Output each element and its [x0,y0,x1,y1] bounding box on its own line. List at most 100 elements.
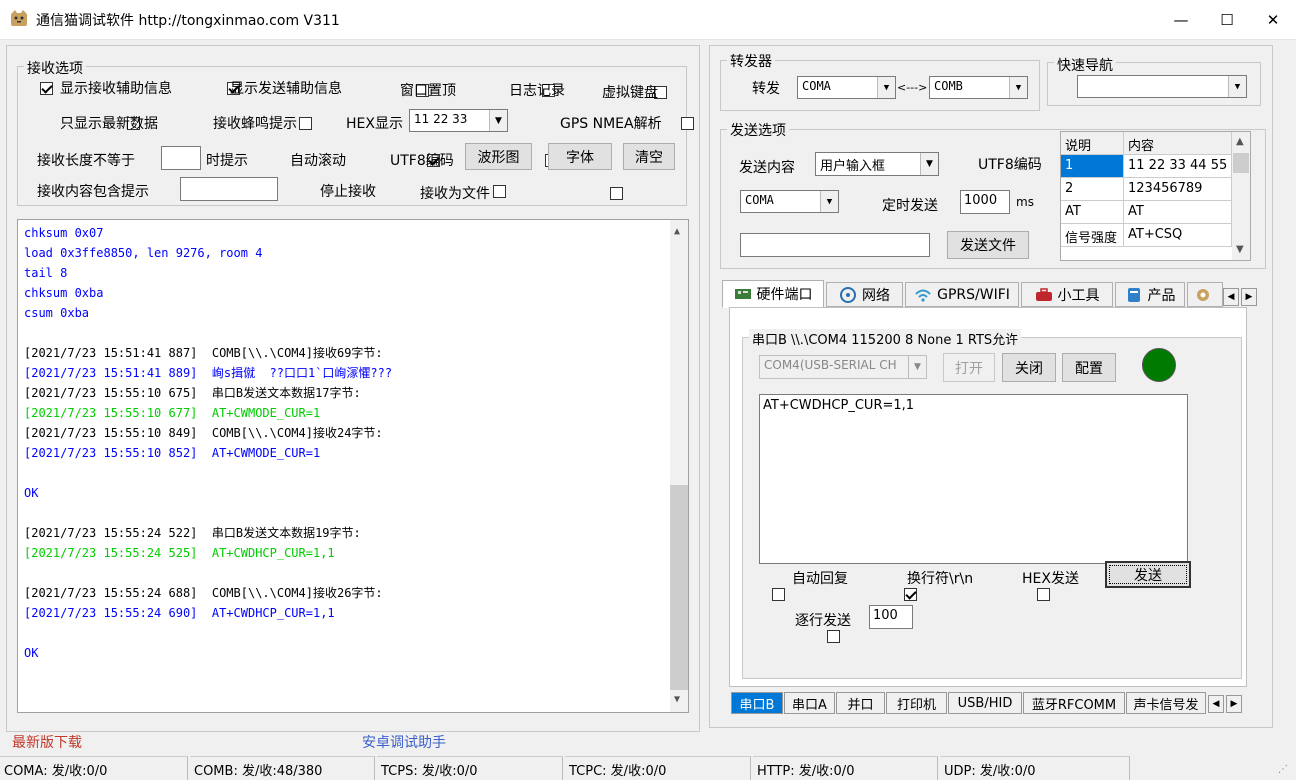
bottom-tab-scroll-left-icon[interactable]: ◀ [1208,695,1224,713]
table-cell[interactable]: 1 [1061,155,1124,178]
serial-send-textarea[interactable]: AT+CWDHCP_CUR=1,1 [759,394,1188,564]
port-status-indicator [1142,348,1176,382]
log-line: [2021/7/23 15:55:24 522] 串口B发送文本数据19字节: [24,526,361,540]
hex-display-select[interactable]: 11 22 33 ▼ [409,109,508,132]
log-line: OK [24,486,39,500]
tab-network[interactable]: 网络 [826,282,903,307]
interval-unit-label: ms [1016,195,1034,209]
tab-settings[interactable] [1187,282,1223,307]
table-cell[interactable]: 123456789 [1124,178,1232,201]
maximize-button[interactable]: ☐ [1204,0,1250,40]
log-record-label: 日志记录 [509,83,565,99]
font-button[interactable]: 字体 [548,143,612,170]
log-line: [2021/7/23 15:51:41 887] COMB[\\.\COM4]接… [24,346,383,360]
tab-label: GPRS/WIFI [937,286,1010,303]
auto-reply-checkbox[interactable] [772,587,785,601]
bottom-tab[interactable]: 蓝牙RFCOMM [1023,692,1125,714]
scroll-down-icon[interactable]: ▼ [1236,244,1244,255]
bottom-tab[interactable]: USB/HID [948,692,1022,714]
table-cell[interactable]: AT [1061,201,1124,224]
log-scroll-thumb[interactable] [670,485,688,690]
forward-label: 转发 [752,81,780,97]
open-port-button[interactable]: 打开 [943,353,995,382]
wifi-icon [915,289,931,302]
show-tx-info-label: 显示发送辅助信息 [230,81,342,97]
serial-b-label: 串口B \\.\COM4 115200 8 None 1 RTS允许 [749,329,1022,348]
tab-scroll-right-icon[interactable]: ▶ [1241,288,1257,306]
virtual-keyboard-label: 虚拟键盘 [602,85,658,101]
line-send-checkbox[interactable] [827,629,841,643]
stop-rx-checkbox[interactable] [492,184,506,198]
quick-nav-select[interactable]: ▼ [1077,75,1247,98]
latest-download-link[interactable]: 最新版下载 [12,732,82,752]
close-button[interactable]: ✕ [1250,0,1296,40]
window-title: 通信猫调试软件 http://tongxinmao.com V311 [36,13,340,29]
contains-hint-input[interactable] [180,177,278,201]
table-cell[interactable]: AT+CSQ [1124,224,1232,247]
board-icon [734,289,751,299]
send-file-button[interactable]: 发送文件 [947,231,1029,259]
scroll-down-icon[interactable]: ▼ [674,694,680,705]
table-cell[interactable]: 11 22 33 44 55 [1124,155,1232,178]
forwarder-label: 转发器 [727,51,775,71]
table-cell[interactable]: 2 [1061,178,1124,201]
send-quick-input[interactable] [740,233,930,257]
forward-from-select[interactable]: COMA ▼ [797,76,896,99]
bottom-tab[interactable]: 并口 [836,692,885,714]
bottom-tab-scroll-right-icon[interactable]: ▶ [1226,695,1242,713]
rx-to-file-checkbox[interactable] [610,186,624,200]
chevron-down-icon: ▼ [1009,77,1027,98]
rx-to-file-label: 接收为文件 [420,186,490,202]
status-bar-item: UDP: 发/收:0/0 [940,756,1130,780]
table-cell[interactable]: 信号强度 [1061,224,1124,247]
chevron-down-icon: ▼ [877,77,895,98]
newline-checkbox[interactable] [904,587,918,601]
serial-send-button[interactable]: 发送 [1105,561,1191,588]
clear-button[interactable]: 清空 [623,143,675,170]
settings-icon [1196,288,1209,301]
timed-interval-input[interactable]: 1000 [960,190,1010,214]
tab-wifi[interactable]: GPRS/WIFI [905,282,1019,307]
send-port-select[interactable]: COMA ▼ [740,190,839,213]
serial-port-select[interactable]: COM4(USB-SERIAL CH ▼ [759,355,927,379]
bottom-tab[interactable]: 串口B [731,692,783,714]
send-options-label: 发送选项 [727,120,789,140]
auto-reply-label: 自动回复 [792,571,848,587]
show-rx-info-checkbox[interactable] [40,81,53,95]
rx-utf8-label: UTF8编码 [390,153,454,169]
android-helper-link[interactable]: 安卓调试助手 [362,732,446,752]
rx-beep-checkbox[interactable] [298,116,312,130]
command-table[interactable]: 说明 内容 1 11 22 33 44 55 2 123456789 AT AT 信号强度 AT+… [1060,131,1251,261]
bottom-tab[interactable]: 打印机 [886,692,947,714]
bottom-tab[interactable]: 声卡信号发 [1126,692,1206,714]
tab-product[interactable]: 产品 [1115,282,1185,307]
send-content-select[interactable]: 用户输入框 ▼ [815,152,939,176]
waveform-button[interactable]: 波形图 [465,143,532,170]
minimize-button[interactable]: — [1158,0,1204,40]
config-port-button[interactable]: 配置 [1062,353,1116,382]
scroll-up-icon[interactable]: ▲ [1236,136,1244,147]
log-scrollbar[interactable]: ▲ ▼ [670,220,688,712]
gps-parse-checkbox[interactable] [680,116,694,130]
network-icon [840,286,856,303]
table-scrollbar[interactable]: ▲ ▼ [1232,132,1250,260]
close-port-button[interactable]: 关闭 [1002,353,1056,382]
rx-length-input[interactable] [161,146,201,170]
tab-toolbox[interactable]: 小工具 [1021,282,1113,307]
resize-grip-icon[interactable]: ⋰ [1278,764,1288,775]
log-line: [2021/7/23 15:55:24 525] AT+CWDHCP_CUR=1… [24,546,335,560]
quick-nav-label: 快速导航 [1054,55,1116,75]
line-send-interval-input[interactable]: 100 [869,605,913,629]
tab-scroll-left-icon[interactable]: ◀ [1223,288,1239,306]
scroll-up-icon[interactable]: ▲ [674,226,680,237]
tab-label: 小工具 [1057,287,1100,304]
forward-to-select[interactable]: COMB ▼ [929,76,1028,99]
hex-send-checkbox[interactable] [1036,587,1050,601]
table-header[interactable]: 内容 [1124,132,1232,155]
tab-board[interactable]: 硬件端口 [722,280,824,308]
table-cell[interactable]: AT [1124,201,1232,224]
table-scroll-thumb[interactable] [1233,153,1249,173]
receive-log[interactable]: chksum 0x07 load 0x3ffe8850, len 9276, ro… [17,219,689,713]
bottom-tab[interactable]: 串口A [784,692,835,714]
table-header[interactable]: 说明 [1061,132,1124,155]
